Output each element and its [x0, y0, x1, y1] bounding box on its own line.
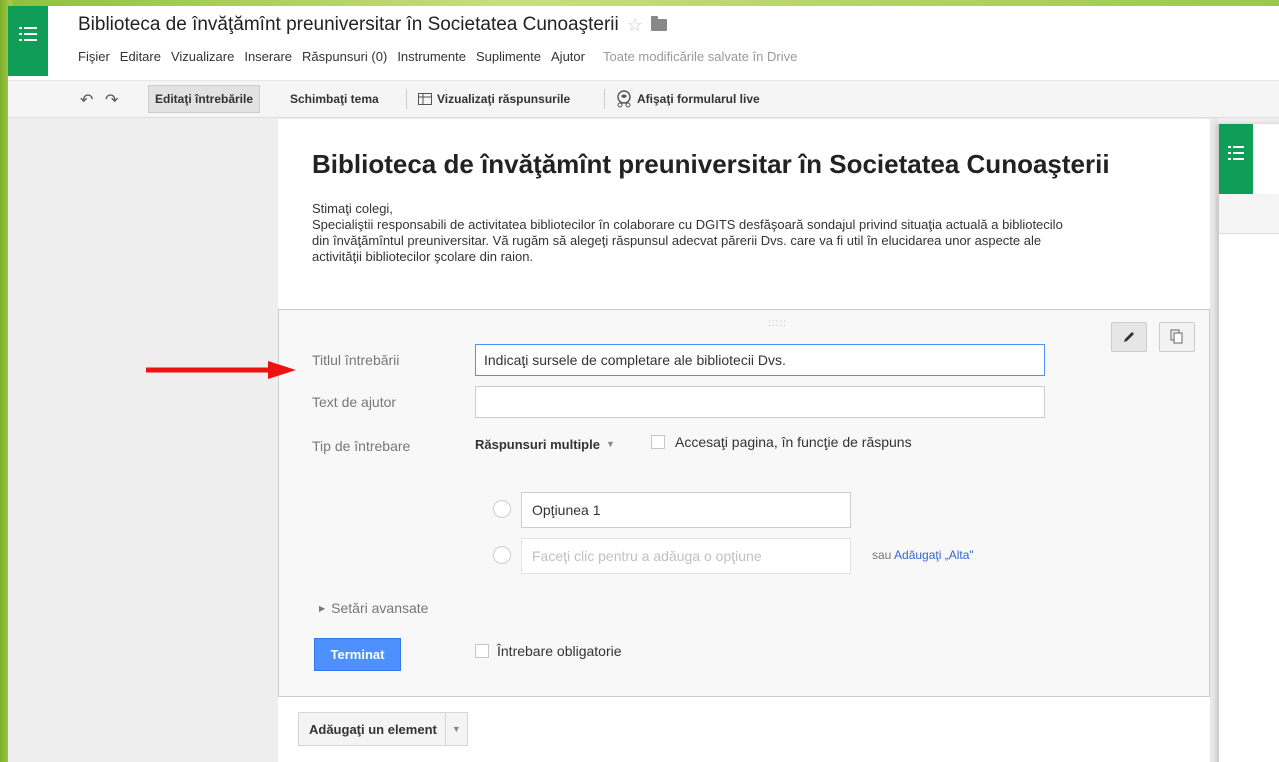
- form-description[interactable]: Stimaţi colegi, Specialiştii responsabil…: [312, 201, 1212, 265]
- list-icon: [19, 27, 37, 41]
- add-other-link[interactable]: Adăugaţi „Alta": [894, 548, 974, 562]
- edit-questions-label: Editaţi întrebările: [155, 92, 254, 106]
- advanced-settings-toggle[interactable]: ▶ Setări avansate: [319, 600, 428, 616]
- toolbar: ↶ ↷ Editaţi întrebările Schimbaţi tema V…: [8, 80, 1279, 118]
- help-text-input[interactable]: [475, 386, 1045, 418]
- menu-edit[interactable]: Editare: [120, 49, 161, 64]
- table-icon: [418, 93, 432, 105]
- option-radio-icon: [493, 500, 511, 518]
- required-option: Întrebare obligatorie: [475, 643, 622, 659]
- red-arrow-annotation: [146, 361, 296, 379]
- question-type-select[interactable]: Răspunsuri multiple ▼: [475, 430, 615, 458]
- edit-questions-button[interactable]: Editaţi întrebările: [148, 85, 261, 113]
- option-radio-icon: [493, 546, 511, 564]
- question-title-input[interactable]: Indicaţi sursele de completare ale bibli…: [475, 344, 1045, 376]
- goto-page-checkbox[interactable]: [651, 435, 665, 449]
- duplicate-button[interactable]: [1159, 322, 1195, 352]
- goto-page-option: Accesaţi pagina, în funcţie de răspuns: [651, 434, 912, 450]
- app-header: Biblioteca de învăţămînt preuniversitar …: [8, 6, 1279, 80]
- chevron-down-icon[interactable]: ▼: [444, 713, 467, 745]
- toolbar-divider: [604, 89, 605, 109]
- folder-icon[interactable]: [650, 16, 667, 31]
- live-form-icon: [617, 90, 631, 108]
- add-other-row: sau Adăugaţi „Alta": [872, 548, 974, 562]
- list-icon: [1228, 146, 1244, 160]
- goto-page-label: Accesaţi pagina, în funcţie de răspuns: [675, 434, 912, 450]
- copy-icon: [1170, 329, 1183, 344]
- add-item-button[interactable]: Adăugaţi un element ▼: [298, 712, 468, 746]
- advanced-settings-label: Setări avansate: [331, 600, 429, 616]
- drag-handle[interactable]: :::::: [768, 318, 787, 329]
- redo-icon[interactable]: ↷: [105, 90, 118, 110]
- menu-addons[interactable]: Suplimente: [476, 49, 541, 64]
- required-label: Întrebare obligatorie: [497, 643, 622, 659]
- add-option-input[interactable]: Faceţi clic pentru a adăuga o opţiune: [521, 538, 851, 574]
- question-title-label: Titlul întrebării: [312, 352, 400, 368]
- menu-bar: Fişier Editare Vizualizare Inserare Răsp…: [78, 49, 797, 64]
- option-1-input[interactable]: Opţiunea 1: [521, 492, 851, 528]
- forms-app-icon[interactable]: [1219, 124, 1253, 194]
- menu-tools[interactable]: Instrumente: [397, 49, 466, 64]
- forms-app-icon[interactable]: [8, 6, 48, 76]
- question-type-value: Răspunsuri multiple: [475, 436, 600, 452]
- edit-button[interactable]: [1111, 322, 1147, 352]
- toolbar-divider: [406, 89, 407, 109]
- view-responses-button[interactable]: Vizualizaţi răspunsurile: [412, 85, 576, 113]
- form-title[interactable]: Biblioteca de învăţămînt preuniversitar …: [312, 149, 1110, 180]
- menu-view[interactable]: Vizualizare: [171, 49, 234, 64]
- pencil-icon: [1124, 332, 1134, 342]
- background-window-toolbar: [1219, 194, 1279, 234]
- help-text-label: Text de ajutor: [312, 394, 397, 410]
- done-button[interactable]: Terminat: [314, 638, 401, 671]
- triangle-right-icon: ▶: [319, 603, 326, 613]
- chevron-down-icon: ▼: [605, 439, 615, 449]
- document-title[interactable]: Biblioteca de învăţămînt preuniversitar …: [78, 14, 619, 36]
- question-editor-card: ::::: Titlul întrebării Indicaţi sursele…: [278, 309, 1210, 697]
- menu-insert[interactable]: Inserare: [244, 49, 292, 64]
- or-text: sau: [872, 548, 892, 562]
- change-theme-label: Schimbaţi tema: [290, 92, 379, 106]
- view-responses-label: Vizualizaţi răspunsurile: [437, 92, 571, 106]
- add-item-label: Adăugaţi un element: [309, 722, 437, 737]
- undo-icon[interactable]: ↶: [80, 90, 93, 110]
- question-type-label: Tip de întrebare: [312, 438, 411, 454]
- view-live-form-button[interactable]: Afişaţi formularul live: [610, 85, 766, 113]
- required-checkbox[interactable]: [475, 644, 489, 658]
- save-status: Toate modificările salvate în Drive: [602, 49, 798, 64]
- menu-help[interactable]: Ajutor: [551, 49, 585, 64]
- star-icon[interactable]: ☆: [627, 15, 643, 36]
- document-title-row: Biblioteca de învăţămînt preuniversitar …: [78, 14, 667, 36]
- menu-responses[interactable]: Răspunsuri (0): [302, 49, 387, 64]
- change-theme-button[interactable]: Schimbaţi tema: [284, 85, 385, 113]
- forms-editor: Biblioteca de învăţămînt preuniversitar …: [8, 6, 1279, 762]
- background-forms-window: E F (: [1218, 124, 1279, 762]
- view-live-form-label: Afişaţi formularul live: [637, 92, 760, 106]
- menu-file[interactable]: Fişier: [78, 49, 110, 64]
